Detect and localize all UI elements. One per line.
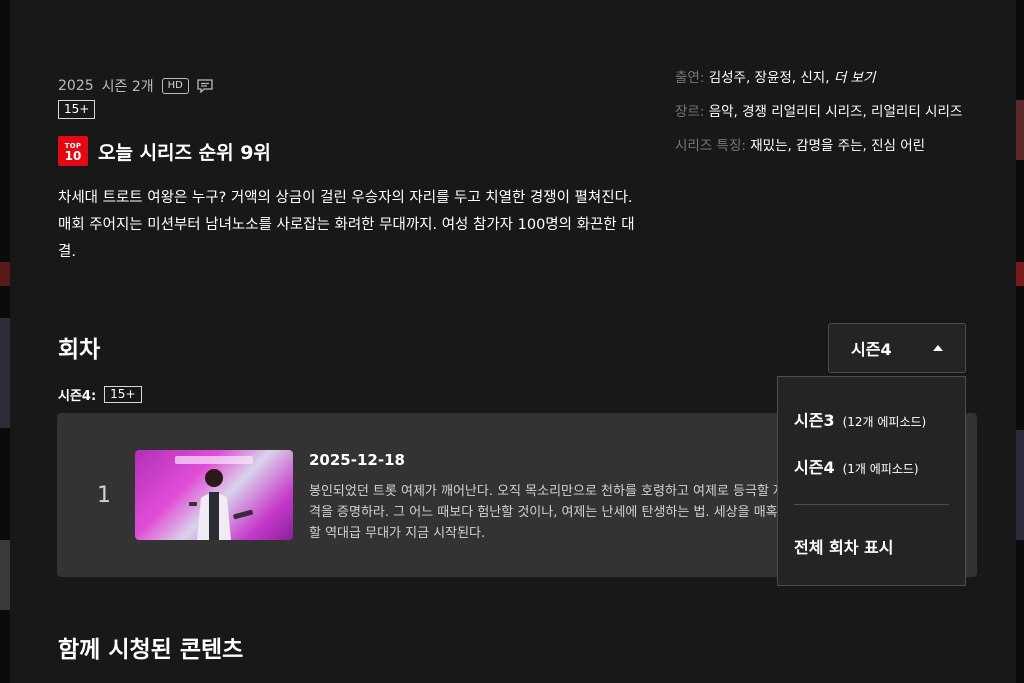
background-strip (0, 262, 10, 286)
background-strip (1016, 100, 1024, 160)
episode-thumbnail-art (175, 456, 253, 540)
background-strip (1016, 262, 1024, 286)
seasons-count: 시즌 2개 (101, 79, 154, 95)
synopsis: 차세대 트로트 여왕은 누구? 거액의 상금이 걸린 우승자의 자리를 두고 치… (58, 190, 635, 260)
season-option-count: (1개 에피소드) (842, 462, 919, 476)
top10-badge-bottom: 10 (64, 149, 82, 163)
cast-names[interactable]: 김성주, 장윤정, 신지, (709, 70, 830, 86)
episode-number: 1 (97, 483, 111, 508)
season-selector-button[interactable]: 시즌4 (828, 323, 966, 373)
season-option-3[interactable]: 시즌3 (12개 에피소드) (794, 407, 926, 431)
maturity-rating: 15+ (58, 100, 96, 119)
title-detail-modal: 2025 시즌 2개 HD 15+ TOP 10 오늘 시리즈 순위 9위 차세… (10, 0, 1016, 683)
episode-date: 2025-12-18 (309, 451, 405, 469)
traits-label: 시리즈 특징: (675, 138, 746, 154)
season-name: 시즌4: (58, 389, 97, 404)
episode-thumbnail[interactable] (135, 450, 293, 540)
caret-up-icon (933, 345, 943, 351)
season-option-4[interactable]: 시즌4 (1개 에피소드) (794, 454, 919, 478)
episode-description: 봉인되었던 트롯 여제가 깨어난다. 오직 목소리만으로 천하를 호령하고 여제… (309, 484, 786, 541)
background-strip (1016, 430, 1024, 540)
season-selector-label: 시즌4 (851, 340, 892, 359)
season-option-name: 시즌4 (794, 458, 835, 477)
top10-rank: TOP 10 오늘 시리즈 순위 9위 (58, 136, 271, 166)
more-like-this-heading: 함께 시청된 콘텐츠 (58, 637, 244, 663)
background-strip (0, 318, 10, 428)
rank-text: 오늘 시리즈 순위 9위 (98, 141, 271, 164)
season-option-count: (12개 에피소드) (842, 415, 927, 429)
season-rating: 15+ (104, 386, 142, 403)
background-strip (0, 540, 10, 610)
traits-values[interactable]: 재밌는, 감명을 주는, 진심 어린 (750, 138, 925, 154)
season-dropdown-menu: 시즌3 (12개 에피소드) 시즌4 (1개 에피소드) 전체 회차 표시 (777, 376, 966, 586)
genre-line: 장르: 음악, 경쟁 리얼리티 시리즈, 리얼리티 시리즈 (675, 101, 965, 123)
episodes-heading: 회차 (58, 337, 101, 363)
current-season-label: 시즌4: 15+ (58, 385, 142, 404)
dropdown-divider (794, 504, 949, 505)
season-option-name: 시즌3 (794, 411, 835, 430)
cast-line: 출연: 김성주, 장윤정, 신지, 더 보기 (675, 67, 965, 89)
cast-label: 출연: (675, 70, 705, 86)
release-year: 2025 (58, 78, 94, 94)
background-right-edge (1016, 0, 1024, 683)
genre-values[interactable]: 음악, 경쟁 리얼리티 시리즈, 리얼리티 시리즈 (709, 104, 963, 120)
top10-badge-icon: TOP 10 (58, 136, 88, 166)
show-all-episodes-option[interactable]: 전체 회차 표시 (794, 534, 893, 558)
genre-label: 장르: (675, 104, 705, 120)
metadata-row: 2025 시즌 2개 HD (58, 76, 213, 96)
cast-more-link[interactable]: 더 보기 (834, 70, 876, 86)
hd-badge: HD (161, 78, 189, 94)
subtitles-icon (197, 79, 213, 93)
background-left-edge (0, 0, 10, 683)
credits-panel: 출연: 김성주, 장윤정, 신지, 더 보기 장르: 음악, 경쟁 리얼리티 시… (675, 67, 965, 169)
traits-line: 시리즈 특징: 재밌는, 감명을 주는, 진심 어린 (675, 135, 965, 157)
